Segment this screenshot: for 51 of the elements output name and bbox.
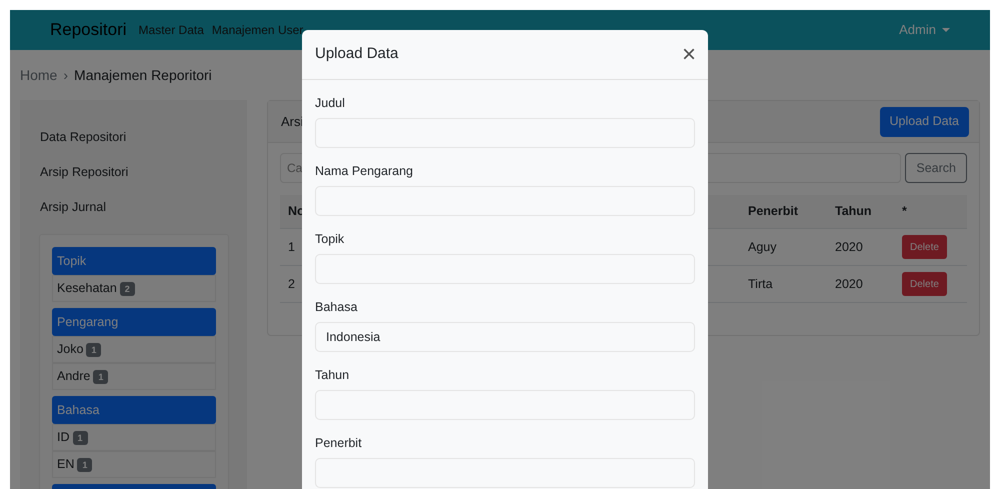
search-button[interactable]: Search [905, 153, 967, 183]
upload-data-button[interactable]: Upload Data [880, 106, 969, 136]
filter-label: EN [57, 456, 74, 474]
filter-item[interactable]: Joko 1 [52, 336, 216, 363]
count-badge: 2 [120, 282, 135, 296]
field-label: Bahasa [315, 299, 358, 316]
filter-item[interactable]: ID 1 [52, 424, 216, 451]
field-label: Nama Pengarang [315, 163, 414, 180]
filter-label: ID [57, 429, 70, 446]
field-label: Topik [315, 231, 346, 248]
column-header: Penerbit [748, 203, 798, 220]
sidebar-item[interactable]: Arsip Jurnal [39, 190, 229, 225]
count-badge: 1 [77, 458, 92, 472]
filter-item[interactable]: Kesehatan 2 [52, 275, 216, 302]
field-label: Judul [315, 95, 346, 112]
filter-label: Kesehatan [57, 280, 117, 298]
close-button[interactable]: × [682, 42, 696, 66]
table-cell-text: 2020 [835, 238, 863, 256]
breadcrumb-link[interactable]: Home [20, 64, 58, 86]
table-cell-text: 1 [288, 238, 295, 256]
table-cell-text: 2 [288, 276, 295, 293]
field-label: Tahun [315, 367, 350, 384]
count-badge: 1 [86, 342, 102, 356]
filter-label: Joko [57, 341, 84, 358]
filter-item[interactable]: Andre 1 [52, 363, 216, 390]
user-menu[interactable]: Admin [899, 20, 950, 40]
filter-group-header: Bahasa [52, 396, 216, 424]
table-cell-text: Aguy [748, 238, 776, 256]
column-header: Tahun [835, 203, 872, 220]
table-cell-text: Tirta [748, 276, 773, 293]
breadcrumb-current: Manajemen Reporitori [74, 66, 212, 85]
column-header: * [902, 203, 907, 220]
caret-icon [942, 28, 950, 32]
delete-button[interactable]: Delete [902, 235, 947, 259]
count-badge: 1 [72, 430, 88, 444]
modal-title: Upload Data [315, 44, 398, 64]
brand-link[interactable]: Repositori [50, 17, 127, 43]
input-field[interactable]: Indonesia [315, 322, 695, 352]
nav-link[interactable]: Manajemen User [212, 21, 304, 39]
count-badge: 1 [93, 370, 108, 384]
sidebar-item[interactable]: Data Repositori [39, 120, 229, 155]
delete-button[interactable]: Delete [902, 272, 947, 296]
filter-label: Andre [57, 368, 90, 386]
filter-group-header: Topik [52, 247, 216, 275]
filter-item[interactable]: EN 1 [52, 451, 216, 478]
table-cell-text: 2020 [835, 276, 863, 293]
filter-group-header: Pengarang [52, 308, 216, 336]
nav-link[interactable]: Master Data [138, 21, 204, 39]
field-label: Penerbit [315, 435, 363, 452]
breadcrumb-separator: › [63, 66, 68, 84]
sidebar-item[interactable]: Arsip Repositori [39, 155, 229, 190]
